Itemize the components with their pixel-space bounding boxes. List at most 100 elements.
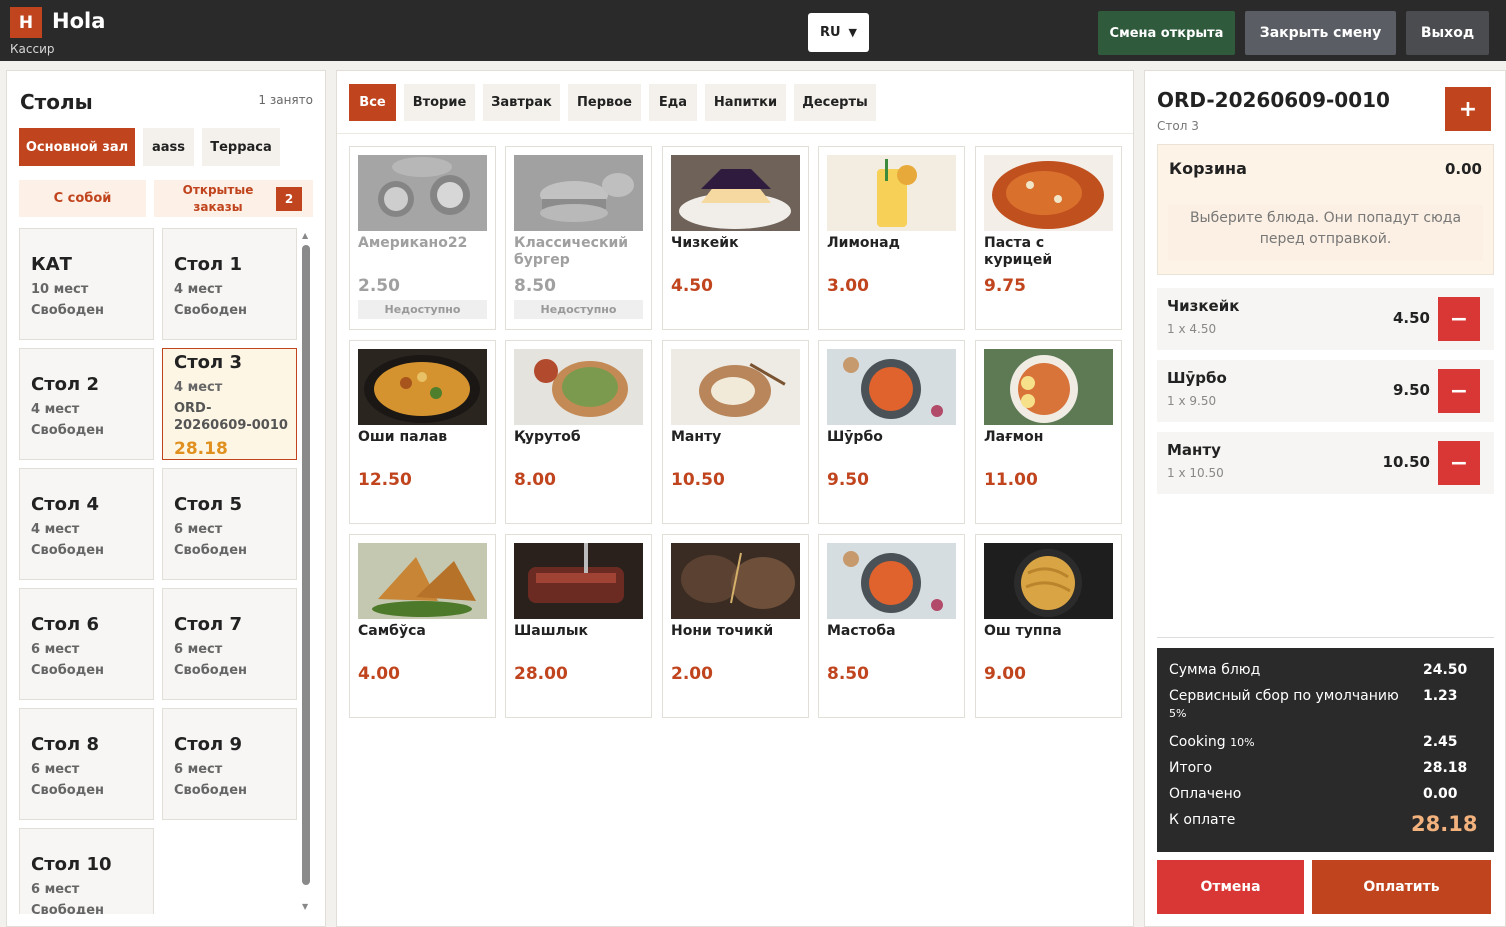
zone-tab-terrace[interactable]: Терраса: [202, 128, 280, 166]
dish-card-americano: Американо22 2.50 Недоступно: [349, 146, 496, 330]
open-orders-count-badge: 2: [276, 187, 302, 211]
divider: [1157, 637, 1494, 638]
occupied-count: 1 занято: [258, 93, 313, 107]
qurutob-photo: [514, 349, 643, 425]
pay-button[interactable]: Оплатить: [1312, 860, 1491, 914]
decrease-button[interactable]: −: [1438, 369, 1480, 413]
unavailable-badge: Недоступно: [358, 300, 487, 319]
logout-button[interactable]: Выход: [1406, 11, 1489, 55]
category-tab-desserts[interactable]: Десерты: [794, 84, 876, 121]
cart-hint: Выберите блюда. Они попадут сюда перед о…: [1168, 205, 1483, 261]
dish-card-cheesecake[interactable]: Чизкейк 4.50: [662, 146, 809, 330]
table-card-10[interactable]: Стол 10 6 мест Свободен: [19, 828, 154, 914]
noodles-photo: [984, 543, 1113, 619]
cancel-button[interactable]: Отмена: [1157, 860, 1304, 914]
cart-sum: 0.00: [1444, 160, 1482, 178]
total-row-paid: Оплачено 0.00: [1169, 786, 1458, 802]
category-tab-first[interactable]: Первое: [568, 84, 641, 121]
dish-card-qurutob[interactable]: Қурутоб 8.00: [505, 340, 652, 524]
lemonade-photo: [827, 155, 956, 231]
bread-photo: [671, 543, 800, 619]
dish-card-osh-tuppa[interactable]: Ош туппа 9.00: [975, 534, 1122, 718]
close-shift-button[interactable]: Закрыть смену: [1245, 11, 1396, 55]
dish-card-lagman[interactable]: Лағмон 11.00: [975, 340, 1122, 524]
soup-photo: [827, 543, 956, 619]
scroll-up-icon[interactable]: ▲: [302, 231, 308, 240]
plov-photo: [358, 349, 487, 425]
unavailable-badge: Недоступно: [514, 300, 643, 319]
cart: Корзина 0.00 Выберите блюда. Они попадут…: [1157, 144, 1494, 275]
scrollbar-thumb[interactable]: [302, 245, 310, 885]
language-select[interactable]: RU ▼: [808, 13, 869, 52]
zone-tab-aass[interactable]: aass: [143, 128, 194, 166]
table-card-4[interactable]: Стол 4 4 мест Свободен: [19, 468, 154, 580]
language-value: RU: [819, 25, 841, 40]
table-card-5[interactable]: Стол 5 6 мест Свободен: [162, 468, 297, 580]
total-row-service: Сервисный сбор по умолчанию 5% 1.23: [1169, 688, 1458, 720]
table-card-3[interactable]: Стол 3 4 мест ORD-20260609-0010 28.18: [162, 348, 297, 460]
table-card-kat[interactable]: КАТ 10 мест Свободен: [19, 228, 154, 340]
soup-photo: [827, 349, 956, 425]
top-bar: H Hola Кассир RU ▼ Смена открыта Закрыть…: [0, 0, 1506, 61]
table-card-9[interactable]: Стол 9 6 мест Свободен: [162, 708, 297, 820]
total-row-due: К оплате: [1169, 812, 1236, 828]
total-row-total: Итого 28.18: [1169, 760, 1468, 776]
category-tab-food[interactable]: Еда: [649, 84, 697, 121]
order-line: Шӯрбо 1 x 9.50 9.50 −: [1157, 360, 1494, 422]
shashlik-photo: [514, 543, 643, 619]
dish-card-mantu[interactable]: Манту 10.50: [662, 340, 809, 524]
table-card-8[interactable]: Стол 8 6 мест Свободен: [19, 708, 154, 820]
table-card-7[interactable]: Стол 7 6 мест Свободен: [162, 588, 297, 700]
mantu-photo: [671, 349, 800, 425]
lagman-photo: [984, 349, 1113, 425]
category-tab-all[interactable]: Все: [349, 84, 396, 121]
total-row-items: Сумма блюд 24.50: [1169, 662, 1468, 678]
menu-panel: Все Вторие Завтрак Первое Еда Напитки Де…: [336, 70, 1134, 927]
add-button[interactable]: +: [1445, 87, 1491, 131]
table-card-1[interactable]: Стол 1 4 мест Свободен: [162, 228, 297, 340]
order-number: ORD-20260609-0010: [1157, 88, 1390, 112]
order-line: Манту 1 x 10.50 10.50 −: [1157, 432, 1494, 494]
dish-card-lemonade[interactable]: Лимонад 3.00: [818, 146, 965, 330]
order-line: Чизкейк 1 x 4.50 4.50 −: [1157, 288, 1494, 350]
scroll-down-icon[interactable]: ▼: [302, 902, 308, 911]
chevron-down-icon: ▼: [848, 26, 858, 39]
table-card-6[interactable]: Стол 6 6 мест Свободен: [19, 588, 154, 700]
table-card-2[interactable]: Стол 2 4 мест Свободен: [19, 348, 154, 460]
category-tabs: Все Вторие Завтрак Первое Еда Напитки Де…: [337, 71, 1133, 134]
dish-card-shashlik[interactable]: Шашлык 28.00: [505, 534, 652, 718]
tables-grid: КАТ 10 мест Свободен Стол 1 4 мест Свобо…: [19, 228, 301, 914]
category-tab-breakfast[interactable]: Завтрак: [483, 84, 560, 121]
burger-photo: [514, 155, 643, 231]
total-row-cooking: Cooking 10% 2.45: [1169, 734, 1458, 750]
dish-card-pasta[interactable]: Паста с курицей 9.75: [975, 146, 1122, 330]
pasta-photo: [984, 155, 1113, 231]
coffee-photo: [358, 155, 487, 231]
dish-card-plov[interactable]: Оши палав 12.50: [349, 340, 496, 524]
dish-card-mastoba[interactable]: Мастоба 8.50: [818, 534, 965, 718]
takeaway-button[interactable]: С собой: [19, 180, 146, 217]
table-order-total: 28.18: [174, 439, 228, 459]
dish-card-bread[interactable]: Нони точикй 2.00: [662, 534, 809, 718]
tables-title: Столы: [20, 90, 93, 114]
decrease-button[interactable]: −: [1438, 297, 1480, 341]
decrease-button[interactable]: −: [1438, 441, 1480, 485]
dish-card-burger: Классический бургер 8.50 Недоступно: [505, 146, 652, 330]
order-panel: ORD-20260609-0010 Стол 3 + Корзина 0.00 …: [1144, 70, 1506, 927]
dish-card-shurbo[interactable]: Шӯрбо 9.50: [818, 340, 965, 524]
category-tab-second[interactable]: Вторие: [404, 84, 475, 121]
open-orders-label: Открытые заказы: [182, 183, 254, 214]
open-orders-button[interactable]: Открытые заказы 2: [154, 180, 313, 217]
app-name: Hola: [52, 9, 106, 33]
user-role: Кассир: [10, 42, 55, 56]
samosa-photo: [358, 543, 487, 619]
dish-card-sambusa[interactable]: Самбўса 4.00: [349, 534, 496, 718]
order-table: Стол 3: [1157, 119, 1199, 133]
category-tab-drinks[interactable]: Напитки: [705, 84, 786, 121]
tables-scrollbar[interactable]: ▲ ▼: [302, 231, 310, 911]
cart-title: Корзина: [1169, 159, 1247, 178]
shift-status-button[interactable]: Смена открыта: [1098, 11, 1235, 55]
app-logo: H: [10, 7, 42, 38]
order-totals: Сумма блюд 24.50 Сервисный сбор по умолч…: [1157, 648, 1494, 852]
zone-tab-main-hall[interactable]: Основной зал: [19, 128, 135, 166]
